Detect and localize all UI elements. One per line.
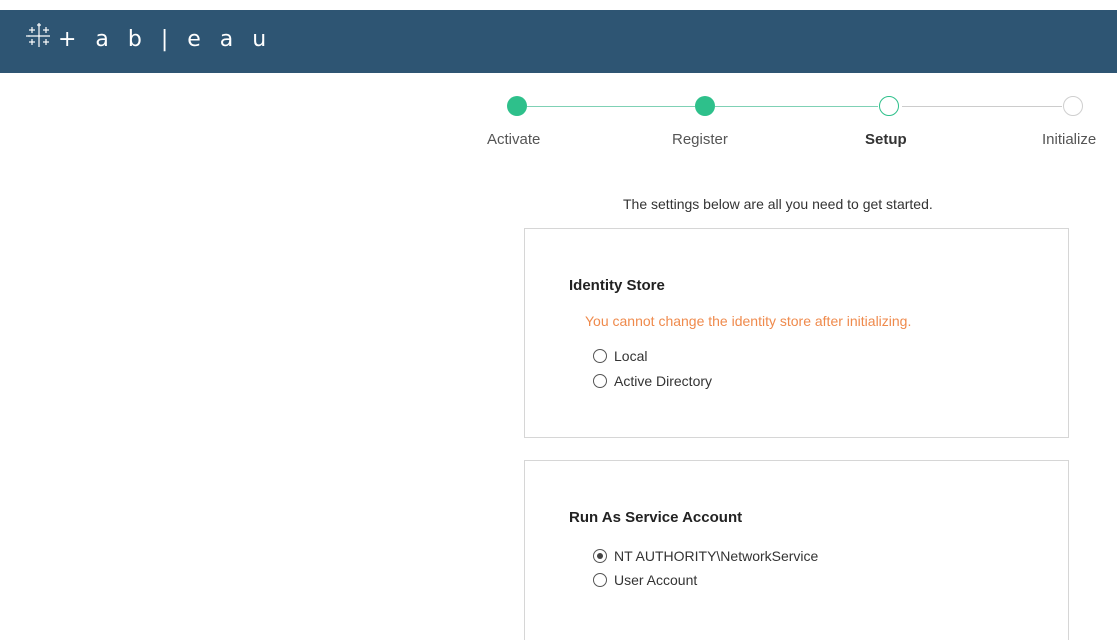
option-label: User Account [614,572,698,588]
service-account-option-user-account[interactable]: User Account [593,572,697,588]
radio-button[interactable] [593,349,607,363]
top-bar: + a b | e a u [0,10,1117,73]
step-label-register: Register [672,131,728,148]
radio-button[interactable] [593,573,607,587]
step-activate-done-icon [507,96,527,116]
identity-store-option-local[interactable]: Local [593,348,647,364]
option-label: Local [614,348,648,364]
step-initialize-pending-icon [1063,96,1083,116]
option-label: NT AUTHORITY\NetworkService [614,548,819,564]
service-account-title: Run As Service Account [569,509,743,526]
service-account-card: Run As Service Account NT AUTHORITY\Netw… [524,460,1069,640]
step-connector [527,106,695,107]
identity-store-option-active-directory[interactable]: Active Directory [593,373,712,389]
radio-button-selected[interactable] [593,549,607,563]
step-connector [902,106,1062,107]
intro-text: The settings below are all you need to g… [623,196,933,212]
identity-store-card: Identity Store You cannot change the ide… [524,228,1069,438]
tableau-cross-icon [26,23,50,47]
logo-wordmark: + a b | e a u [58,27,273,52]
setup-progress-stepper: Activate Register Setup Initialize [0,93,1117,163]
step-label-activate: Activate [487,131,541,148]
step-label-initialize: Initialize [1042,131,1097,148]
identity-store-warning: You cannot change the identity store aft… [585,313,912,329]
step-register-done-icon [695,96,715,116]
radio-button[interactable] [593,374,607,388]
service-account-option-networkservice[interactable]: NT AUTHORITY\NetworkService [593,548,818,564]
identity-store-title: Identity Store [569,277,665,294]
option-label: Active Directory [614,373,713,389]
step-setup-current-icon [879,96,899,116]
step-connector [715,106,878,107]
step-label-setup: Setup [865,131,907,148]
